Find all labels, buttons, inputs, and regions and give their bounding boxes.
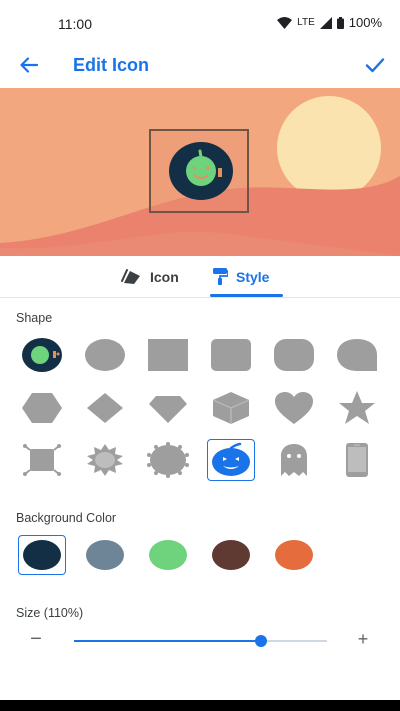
tab-style-label: Style: [236, 269, 270, 285]
battery-icon: [336, 16, 344, 29]
color-swatch-orange[interactable]: [270, 535, 318, 575]
preview-pumpkin-icon: [169, 142, 233, 200]
signal-icon: [319, 16, 332, 29]
tab-indicator: [210, 294, 283, 297]
shape-teardrop[interactable]: [333, 334, 381, 376]
shape-gem[interactable]: [144, 387, 192, 429]
tab-bar: Icon Style: [0, 256, 400, 298]
system-nav-bar: [0, 700, 400, 711]
shape-circle[interactable]: [81, 334, 129, 376]
shape-heart[interactable]: [270, 387, 318, 429]
network-label: LTE: [297, 17, 315, 28]
wifi-icon: [277, 16, 293, 29]
tab-style[interactable]: Style: [212, 256, 269, 298]
shape-diamond[interactable]: [81, 387, 129, 429]
confirm-button[interactable]: [360, 52, 390, 82]
background-color-label: Background Color: [16, 511, 117, 525]
shape-original[interactable]: [18, 334, 66, 376]
color-swatch-navy[interactable]: [18, 535, 66, 575]
color-swatch-green[interactable]: [144, 535, 192, 575]
shape-frame[interactable]: [18, 439, 66, 481]
size-slider-fill: [74, 640, 262, 642]
status-time: 11:00: [58, 16, 92, 32]
shape-pumpkin[interactable]: [207, 439, 255, 481]
arrow-back-icon: [20, 56, 39, 78]
shape-sun[interactable]: [81, 439, 129, 481]
check-icon: [365, 57, 385, 78]
status-icons: LTE 100%: [277, 15, 382, 30]
icon-preview: [0, 88, 400, 256]
cards-icon: [120, 267, 142, 288]
color-swatch-brown[interactable]: [207, 535, 255, 575]
paint-roller-icon: [212, 267, 229, 288]
shape-phone[interactable]: [333, 439, 381, 481]
app-bar: Edit Icon: [0, 48, 400, 88]
size-decrease-button[interactable]: −: [28, 628, 44, 651]
color-swatch-slate[interactable]: [81, 535, 129, 575]
color-dot-green: [149, 540, 187, 570]
page-title: Edit Icon: [73, 55, 149, 75]
shape-section-label: Shape: [16, 311, 53, 325]
shape-star[interactable]: [333, 387, 381, 429]
color-dot-brown: [212, 540, 250, 570]
shape-squircle[interactable]: [270, 334, 318, 376]
color-dot-navy: [23, 540, 61, 570]
shape-rounded-square[interactable]: [207, 334, 255, 376]
shape-square[interactable]: [144, 334, 192, 376]
size-slider[interactable]: [74, 635, 327, 647]
shape-scalloped[interactable]: [144, 439, 192, 481]
battery-label: 100%: [348, 15, 382, 30]
color-dot-slate: [86, 540, 124, 570]
shape-hexagon[interactable]: [18, 387, 66, 429]
status-bar: 11:00 LTE 100%: [0, 0, 400, 48]
shape-cube[interactable]: [207, 387, 255, 429]
tab-icon[interactable]: Icon: [120, 256, 179, 298]
size-slider-thumb[interactable]: [255, 635, 268, 647]
size-label: Size (110%): [16, 606, 84, 620]
back-button[interactable]: [14, 52, 44, 82]
shape-ghost[interactable]: [270, 439, 318, 481]
size-increase-button[interactable]: +: [355, 629, 371, 650]
tab-icon-label: Icon: [150, 269, 179, 285]
color-dot-orange: [275, 540, 313, 570]
